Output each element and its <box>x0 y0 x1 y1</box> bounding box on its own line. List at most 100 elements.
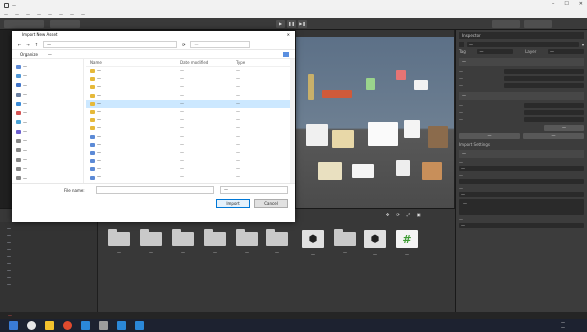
cancel-button[interactable]: Cancel <box>254 199 288 208</box>
pivot-toggle[interactable] <box>50 20 80 28</box>
address-bar[interactable]: — <box>43 40 178 48</box>
vector3-field[interactable] <box>504 69 584 74</box>
file-row[interactable]: — — — <box>86 116 295 124</box>
tree-item[interactable]: — <box>3 239 94 246</box>
transform-tools[interactable] <box>4 20 44 28</box>
file-row[interactable]: — — — <box>86 75 295 83</box>
file-row-selected[interactable]: — — — <box>86 99 295 108</box>
asset-tile[interactable]: ⬢ — <box>302 230 326 257</box>
scene-tabs[interactable] <box>296 30 454 37</box>
menu-edit[interactable]: — <box>15 12 19 17</box>
nav-item[interactable]: — <box>16 62 83 71</box>
file-row[interactable]: — — — <box>86 157 295 165</box>
vscode-icon[interactable] <box>81 321 90 330</box>
app-icon[interactable] <box>117 321 126 330</box>
file-row[interactable]: — — — <box>86 141 295 149</box>
scale-icon[interactable]: ⤢ <box>407 212 410 217</box>
layout-dropdown[interactable] <box>524 20 552 28</box>
nav-item[interactable]: — <box>16 174 83 183</box>
file-row[interactable]: — — — <box>86 149 295 157</box>
tree-item[interactable]: — <box>3 246 94 253</box>
search-input[interactable]: — <box>190 40 251 48</box>
move-icon[interactable]: ✥ <box>386 212 389 217</box>
folder-tile[interactable]: — <box>334 229 358 255</box>
system-clock[interactable]: — — <box>561 320 565 330</box>
transform-header[interactable]: — <box>459 58 584 66</box>
pause-icon[interactable]: ❚❚ <box>287 20 296 28</box>
nav-item[interactable]: — <box>16 127 83 136</box>
minimize-icon[interactable]: – <box>552 1 555 7</box>
help-icon[interactable] <box>283 51 289 57</box>
settings-header[interactable]: — <box>459 150 584 158</box>
file-row[interactable]: — — — <box>86 108 295 116</box>
search-icon[interactable] <box>27 321 36 330</box>
menu-gameobject[interactable]: — <box>37 12 41 17</box>
menu-services[interactable]: — <box>59 12 63 17</box>
rotate-icon[interactable]: ⟳ <box>396 212 399 217</box>
tree-item[interactable]: — <box>3 260 94 267</box>
back-arrow-icon[interactable]: ← <box>18 42 21 47</box>
scene-view[interactable] <box>296 30 454 208</box>
step-icon[interactable]: ▶❚ <box>298 20 307 28</box>
nav-item[interactable]: — <box>16 136 83 145</box>
tag-dropdown[interactable]: — <box>477 49 514 54</box>
tree-item[interactable]: — <box>3 274 94 281</box>
nav-item[interactable]: — <box>16 108 83 117</box>
file-type-filter[interactable]: — <box>220 186 288 194</box>
file-row[interactable]: — — — <box>86 124 295 132</box>
tree-item[interactable]: — <box>3 232 94 239</box>
column-type[interactable]: Type <box>236 59 281 66</box>
add-target-button[interactable]: — <box>544 125 584 131</box>
maximize-icon[interactable]: ☐ <box>564 1 568 7</box>
component-field[interactable] <box>524 110 584 115</box>
folder-tile[interactable]: — <box>266 229 290 255</box>
component-header[interactable]: — <box>459 92 584 100</box>
nav-item[interactable]: — <box>16 164 83 173</box>
static-toggle[interactable]: ▾ <box>582 42 584 47</box>
folder-tile[interactable]: — <box>236 229 260 255</box>
nav-item[interactable]: — <box>16 146 83 155</box>
import-button[interactable]: Import <box>216 199 250 208</box>
tree-item[interactable]: — <box>3 225 94 232</box>
new-folder-button[interactable]: — <box>48 52 52 57</box>
file-explorer-icon[interactable] <box>45 321 54 330</box>
up-arrow-icon[interactable]: ↑ <box>35 42 38 47</box>
folder-tile[interactable]: — <box>108 229 132 255</box>
settings-field[interactable]: — <box>459 192 584 197</box>
play-icon[interactable]: ▶ <box>276 20 285 28</box>
file-row[interactable]: — — — <box>86 92 295 100</box>
close-icon[interactable]: ✕ <box>287 31 290 39</box>
asset-tile[interactable]: ⬢ — <box>364 230 388 257</box>
browser-icon[interactable] <box>63 321 72 330</box>
inspector-tab[interactable]: Inspector <box>459 32 584 39</box>
nav-item[interactable]: — <box>16 71 83 80</box>
settings-field[interactable]: — <box>459 166 584 171</box>
close-icon[interactable]: ✕ <box>579 1 583 7</box>
nav-item[interactable]: — <box>16 99 83 108</box>
menu-help[interactable]: — <box>81 12 85 17</box>
folder-tile[interactable]: — <box>140 229 164 255</box>
folder-tile[interactable]: — <box>172 229 196 255</box>
column-date[interactable]: Date modified <box>180 59 236 66</box>
nav-item[interactable]: — <box>16 90 83 99</box>
component-field[interactable] <box>524 117 584 122</box>
file-row[interactable]: — — — <box>86 133 295 141</box>
nav-item[interactable]: — <box>16 155 83 164</box>
menu-file[interactable]: — <box>4 12 8 17</box>
organize-button[interactable]: Organize <box>20 52 38 57</box>
start-icon[interactable] <box>9 321 18 330</box>
file-row[interactable]: — — — <box>86 165 295 173</box>
settings-field[interactable] <box>459 179 584 184</box>
file-row[interactable]: — — — <box>86 173 295 181</box>
folder-tile[interactable]: — <box>204 229 228 255</box>
layer-dropdown[interactable]: — <box>548 49 584 54</box>
file-list-scrollbar[interactable] <box>290 59 295 183</box>
vector3-field[interactable] <box>504 76 584 81</box>
layers-dropdown[interactable] <box>492 20 520 28</box>
file-name-input[interactable] <box>96 186 214 194</box>
inspector-button[interactable]: — <box>459 133 520 139</box>
tree-item[interactable]: — <box>3 253 94 260</box>
target-list[interactable]: — <box>459 199 584 215</box>
app-icon[interactable] <box>135 321 144 330</box>
active-checkbox[interactable] <box>459 42 464 47</box>
